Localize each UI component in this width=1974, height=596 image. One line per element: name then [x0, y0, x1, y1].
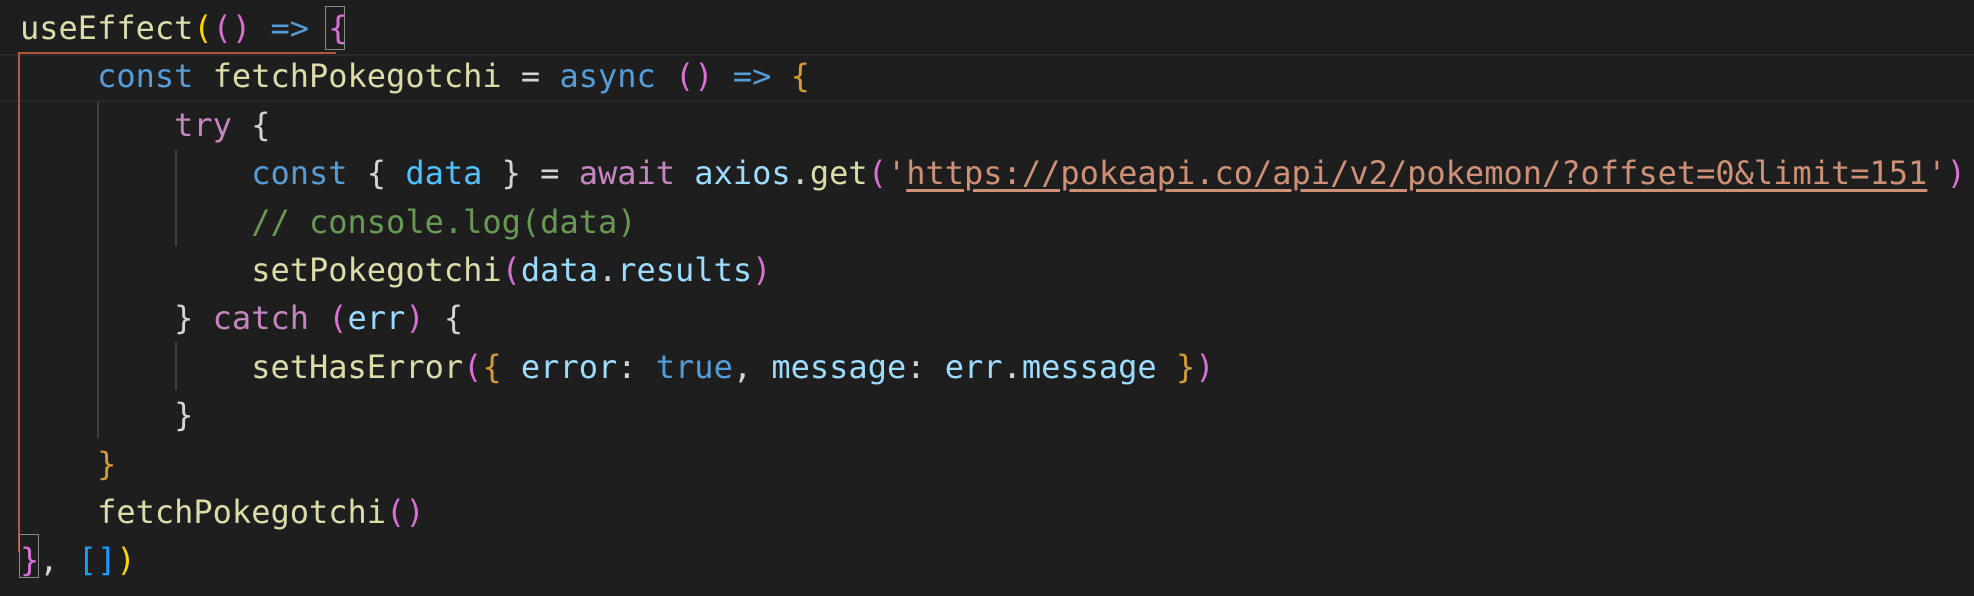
code-token-p: [20, 493, 97, 531]
code-token-b2: ): [1195, 347, 1215, 386]
code-line[interactable]: }: [20, 440, 116, 488]
code-token-p: ,: [39, 541, 78, 580]
code-token-p: [675, 154, 694, 192]
code-token-var: err: [347, 299, 406, 338]
code-token-p: [20, 106, 174, 144]
code-token-str: ': [1927, 154, 1947, 193]
code-token-var: error: [520, 347, 618, 386]
code-token-b2: (: [501, 251, 521, 289]
code-token-kw: const: [97, 57, 194, 96]
code-token-p: [20, 251, 251, 289]
code-token-p: :: [906, 347, 945, 386]
code-token-const: data: [405, 154, 483, 193]
code-token-url[interactable]: https://pokeapi.co/api/v2/pokemon/?offse…: [906, 154, 1927, 192]
code-token-b2: (: [328, 299, 348, 338]
code-token-cmt: // console.log(data): [251, 202, 637, 241]
code-token-p: [251, 9, 270, 47]
code-token-p: [714, 57, 733, 95]
code-token-ctl: await: [578, 154, 676, 193]
code-token-b2: (): [675, 57, 714, 96]
code-line[interactable]: setPokegotchi(data.results): [20, 246, 771, 294]
code-token-p: [502, 348, 521, 386]
code-token-arrow: =>: [270, 9, 309, 47]
code-editor[interactable]: useEffect(() => { const fetchPokegotchi …: [0, 0, 1974, 596]
code-token-p: }: [174, 299, 213, 338]
code-token-p: [20, 203, 251, 241]
code-token-ctl: try: [174, 105, 232, 144]
code-token-str: ': [886, 154, 907, 193]
code-token-p: [20, 57, 97, 95]
code-token-p: [20, 445, 97, 483]
code-token-p: [309, 299, 328, 337]
code-token-fn: fetchPokegotchi: [97, 493, 387, 531]
code-line[interactable]: }: [20, 391, 193, 439]
code-token-p: [193, 57, 212, 95]
code-token-kw: true: [655, 347, 733, 386]
code-token-p: [20, 299, 174, 337]
code-token-p: {: [424, 299, 464, 338]
code-token-p: .: [790, 154, 810, 193]
code-token-b2: }: [20, 541, 40, 580]
code-token-b2: (: [463, 347, 483, 386]
code-token-b4: }: [97, 444, 117, 483]
code-token-b4: {: [790, 57, 810, 96]
code-token-kw: async: [559, 57, 656, 96]
code-token-p: :: [617, 347, 656, 386]
code-token-b3: []: [77, 541, 117, 580]
code-token-fn: fetchPokegotchi: [212, 57, 502, 96]
code-line[interactable]: // console.log(data): [20, 198, 637, 246]
code-token-p: [1157, 348, 1176, 386]
code-line[interactable]: useEffect(() => {: [20, 4, 348, 52]
code-token-b2: ): [1946, 154, 1966, 193]
code-token-arrow: =>: [732, 57, 772, 96]
code-token-var: data: [520, 251, 598, 289]
code-line[interactable]: const { data } = await axios.get('https:…: [20, 149, 1966, 197]
code-token-var: message: [771, 347, 907, 386]
code-token-p: [20, 396, 174, 434]
code-token-fn: get: [809, 154, 868, 193]
code-token-p: [771, 57, 790, 95]
code-line[interactable]: const fetchPokegotchi = async () => {: [20, 52, 810, 100]
code-token-p: [309, 9, 328, 47]
code-token-var: results: [617, 251, 753, 289]
code-token-p: [20, 154, 251, 192]
code-token-var: err: [944, 347, 1003, 386]
code-token-b2: {: [328, 9, 348, 47]
code-token-b1: ): [116, 541, 136, 580]
code-token-var: axios: [694, 154, 791, 193]
code-line[interactable]: try {: [20, 101, 270, 149]
code-token-fn: useEffect: [20, 9, 194, 47]
code-token-kw: const: [251, 154, 348, 193]
code-token-p: .: [597, 251, 618, 289]
code-token-b4: {: [482, 347, 502, 386]
code-line[interactable]: }, []): [20, 536, 136, 584]
code-token-b2: ): [405, 299, 425, 338]
code-token-p: {: [231, 105, 271, 144]
code-token-ctl: catch: [212, 299, 309, 338]
code-token-fn: setPokegotchi: [251, 251, 502, 289]
code-token-p: } =: [482, 154, 579, 193]
code-token-b4: }: [1175, 347, 1196, 386]
code-token-var: message: [1021, 347, 1157, 386]
code-token-p: [656, 57, 675, 95]
code-line[interactable]: setHasError({ error: true, message: err.…: [20, 343, 1214, 391]
code-line[interactable]: } catch (err) {: [20, 294, 463, 342]
code-token-fn: setHasError: [251, 347, 464, 386]
code-token-p: .: [1002, 347, 1022, 386]
code-token-p: ,: [732, 347, 772, 386]
code-token-p: }: [174, 396, 194, 435]
code-token-p: {: [347, 154, 406, 193]
code-token-op: =: [501, 57, 560, 96]
code-token-b2: (): [386, 493, 425, 531]
code-token-p: [20, 348, 251, 386]
code-token-b2: (: [867, 154, 887, 193]
code-line[interactable]: fetchPokegotchi(): [20, 488, 425, 536]
code-token-b2: ): [752, 251, 772, 289]
code-token-b2: (): [212, 9, 252, 47]
code-token-b1: (: [193, 9, 213, 47]
